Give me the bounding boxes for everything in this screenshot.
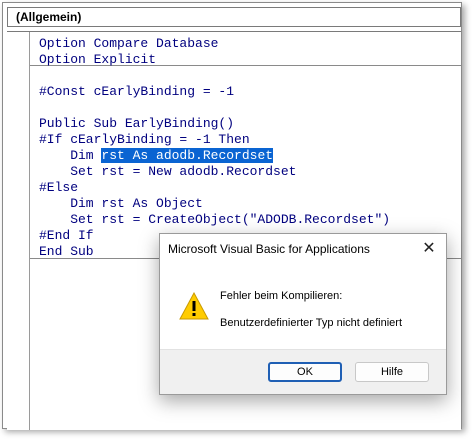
code-line[interactable]: Option Explicit <box>39 52 156 68</box>
error-message: Benutzerdefinierter Typ nicht definiert <box>220 317 403 329</box>
code-line[interactable]: Set rst = New adodb.Recordset <box>39 164 296 180</box>
code-text: Dim <box>39 148 102 163</box>
code-line[interactable]: #If cEarlyBinding = -1 Then <box>39 132 250 148</box>
code-line[interactable]: #Else <box>39 180 78 196</box>
code-line[interactable]: End Sub <box>39 244 94 260</box>
margin-indicator-bar[interactable] <box>7 32 30 430</box>
procedure-combo-value: (Allgemein) <box>16 10 82 24</box>
compile-error-dialog: Microsoft Visual Basic for Applications … <box>159 233 447 395</box>
warning-icon <box>179 292 209 320</box>
code-line[interactable]: #End If <box>39 228 94 244</box>
dialog-footer: OK Hilfe <box>160 349 446 394</box>
ok-button[interactable]: OK <box>268 362 342 382</box>
close-icon[interactable]: ✕ <box>418 238 440 260</box>
code-line[interactable]: Set rst = CreateObject("ADODB.Recordset"… <box>39 212 390 228</box>
selected-code-text[interactable]: rst As adodb.Recordset <box>101 148 274 163</box>
code-line[interactable]: Option Compare Database <box>39 36 218 52</box>
code-line-with-selection[interactable]: Dim rst As adodb.Recordset <box>39 148 274 164</box>
code-line[interactable]: #Const cEarlyBinding = -1 <box>39 84 234 100</box>
dialog-title: Microsoft Visual Basic for Applications <box>168 242 370 256</box>
code-line[interactable]: Public Sub EarlyBinding() <box>39 116 234 132</box>
code-line[interactable]: Dim rst As Object <box>39 196 203 212</box>
error-heading: Fehler beim Kompilieren: <box>220 290 343 302</box>
help-button[interactable]: Hilfe <box>355 362 429 382</box>
procedure-combo[interactable]: (Allgemein) <box>7 7 461 27</box>
